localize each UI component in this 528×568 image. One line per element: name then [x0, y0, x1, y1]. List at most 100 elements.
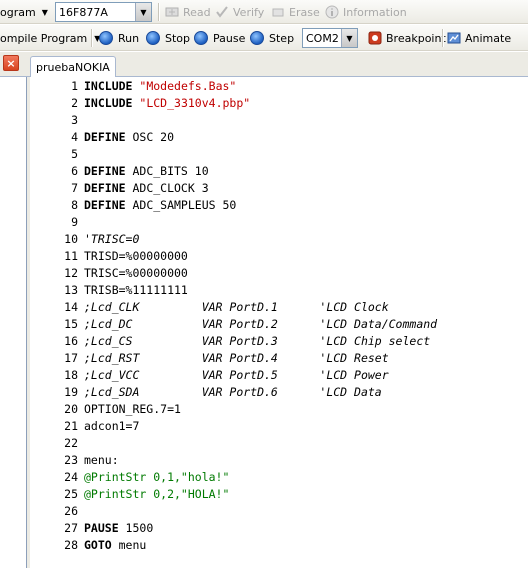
- code-line[interactable]: 18 ;Lcd_VCC VAR PortD.5 'LCD Power: [30, 367, 528, 384]
- code-text: DEFINE ADC_BITS 10: [84, 163, 209, 180]
- code-line[interactable]: 7 DEFINE ADC_CLOCK 3: [30, 180, 528, 197]
- code-line[interactable]: 17 ;Lcd_RST VAR PortD.4 'LCD Reset: [30, 350, 528, 367]
- code-token: DEFINE: [84, 181, 126, 195]
- code-text: TRISC=%00000000: [84, 265, 188, 282]
- device-select-value: 16F877A: [59, 5, 108, 19]
- stop-button[interactable]: Stop: [146, 25, 190, 51]
- close-icon[interactable]: ×: [3, 55, 19, 71]
- code-text: @PrintStr 0,1,"hola!": [84, 469, 229, 486]
- line-number: 15: [64, 317, 78, 331]
- code-line[interactable]: 3: [30, 112, 528, 129]
- program-menu[interactable]: ogram ▼: [0, 0, 48, 24]
- tab-pruebanokia[interactable]: pruebaNOKIA: [30, 56, 116, 77]
- code-token: ADC_SAMPLEUS 50: [125, 198, 237, 212]
- line-number: 21: [64, 419, 78, 433]
- code-line[interactable]: 5: [30, 146, 528, 163]
- chevron-down-icon[interactable]: ▼: [341, 29, 357, 47]
- code-line[interactable]: 20 OPTION_REG.7=1: [30, 401, 528, 418]
- explorer-pane: [0, 77, 27, 568]
- compile-program-menu[interactable]: ompile Program ▼: [0, 25, 100, 51]
- line-number: 1: [71, 79, 78, 93]
- line-number: 26: [64, 504, 78, 518]
- run-button-label: Run: [118, 31, 140, 45]
- code-editor[interactable]: 1 INCLUDE "Modedefs.Bas" 2 INCLUDE "LCD_331…: [30, 77, 528, 568]
- code-token: PAUSE: [84, 521, 119, 535]
- compile-program-label: ompile Program: [0, 31, 88, 45]
- code-line[interactable]: 11 TRISD=%00000000: [30, 248, 528, 265]
- code-text: PAUSE 1500: [84, 520, 153, 537]
- code-token: ADC_CLOCK 3: [125, 181, 209, 195]
- line-number: 24: [64, 470, 78, 484]
- code-token: DEFINE: [84, 130, 126, 144]
- step-button[interactable]: Step: [250, 25, 294, 51]
- code-token: menu: [111, 538, 147, 552]
- code-line[interactable]: 22: [30, 435, 528, 452]
- code-line[interactable]: 28 GOTO menu: [30, 537, 528, 554]
- line-number: 9: [71, 215, 78, 229]
- code-token: OSC 20: [125, 130, 175, 144]
- code-token: "LCD_3310v4.pbp": [139, 96, 251, 110]
- code-line[interactable]: 4 DEFINE OSC 20: [30, 129, 528, 146]
- code-line[interactable]: 21 adcon1=7: [30, 418, 528, 435]
- code-line[interactable]: 26: [30, 503, 528, 520]
- breakpoint-button[interactable]: Breakpoint: [368, 25, 446, 51]
- animate-button[interactable]: Animate: [447, 25, 511, 51]
- code-token: TRISB=%11111111: [84, 283, 188, 297]
- code-line[interactable]: 25 @PrintStr 0,2,"HOLA!": [30, 486, 528, 503]
- editor-tab-bar: × pruebaNOKIA: [0, 52, 528, 77]
- code-token: GOTO: [84, 538, 112, 552]
- code-line[interactable]: 1 INCLUDE "Modedefs.Bas": [30, 78, 528, 95]
- line-number: 23: [64, 453, 78, 467]
- port-select-value: COM2: [306, 31, 339, 45]
- code-token: @PrintStr 0,2,"HOLA!": [84, 487, 230, 501]
- code-token: 1500: [118, 521, 154, 535]
- pause-button[interactable]: Pause: [194, 25, 245, 51]
- information-icon: [325, 5, 339, 19]
- code-line[interactable]: 2 INCLUDE "LCD_3310v4.pbp": [30, 95, 528, 112]
- code-token: "Modedefs.Bas": [139, 79, 237, 93]
- code-token: ;Lcd_CS VAR PortD.3 'LCD Chip select: [84, 334, 431, 348]
- code-line[interactable]: 15 ;Lcd_DC VAR PortD.2 'LCD Data/Command: [30, 316, 528, 333]
- code-line[interactable]: 24 @PrintStr 0,1,"hola!": [30, 469, 528, 486]
- information-button[interactable]: Information: [325, 0, 407, 24]
- code-text: ;Lcd_CS VAR PortD.3 'LCD Chip select: [84, 333, 430, 350]
- run-button[interactable]: Run: [99, 25, 139, 51]
- code-line[interactable]: 19 ;Lcd_SDA VAR PortD.6 'LCD Data: [30, 384, 528, 401]
- chevron-down-icon[interactable]: ▼: [135, 3, 151, 21]
- code-line[interactable]: 10 'TRISC=0: [30, 231, 528, 248]
- code-line[interactable]: 8 DEFINE ADC_SAMPLEUS 50: [30, 197, 528, 214]
- erase-icon: [272, 8, 284, 17]
- code-token: OPTION_REG.7=1: [84, 402, 181, 416]
- code-line[interactable]: 16 ;Lcd_CS VAR PortD.3 'LCD Chip select: [30, 333, 528, 350]
- code-line[interactable]: 23 menu:: [30, 452, 528, 469]
- breakpoint-button-label: Breakpoint: [386, 31, 446, 45]
- port-select[interactable]: COM2 ▼: [302, 28, 358, 48]
- erase-button[interactable]: Erase: [271, 0, 320, 24]
- dropdown-arrow-icon: ▼: [41, 7, 48, 17]
- code-line[interactable]: 14 ;Lcd_CLK VAR PortD.1 'LCD Clock: [30, 299, 528, 316]
- pause-button-label: Pause: [213, 31, 246, 45]
- line-number: 14: [64, 300, 78, 314]
- code-line[interactable]: 9: [30, 214, 528, 231]
- code-text: TRISD=%00000000: [84, 248, 188, 265]
- line-number: 6: [71, 164, 78, 178]
- code-token: INCLUDE: [84, 79, 133, 93]
- code-line[interactable]: 13 TRISB=%11111111: [30, 282, 528, 299]
- code-token: TRISC=%00000000: [84, 266, 188, 280]
- line-number: 11: [64, 249, 78, 263]
- code-line[interactable]: 12 TRISC=%00000000: [30, 265, 528, 282]
- code-token: adcon1=7: [84, 419, 140, 433]
- read-icon: [165, 7, 179, 17]
- code-line[interactable]: 27 PAUSE 1500: [30, 520, 528, 537]
- animate-button-label: Animate: [465, 31, 512, 45]
- erase-button-label: Erase: [289, 5, 320, 19]
- code-text: INCLUDE "LCD_3310v4.pbp": [84, 95, 250, 112]
- toolbar-separator: [442, 29, 444, 47]
- code-line[interactable]: 6 DEFINE ADC_BITS 10: [30, 163, 528, 180]
- code-token: ;Lcd_SDA VAR PortD.6 'LCD Data: [84, 385, 382, 399]
- verify-button[interactable]: Verify: [215, 0, 264, 24]
- code-text: DEFINE ADC_SAMPLEUS 50: [84, 197, 236, 214]
- read-button[interactable]: Read: [165, 0, 211, 24]
- verify-icon: [216, 6, 228, 18]
- device-select[interactable]: 16F877A ▼: [55, 2, 152, 22]
